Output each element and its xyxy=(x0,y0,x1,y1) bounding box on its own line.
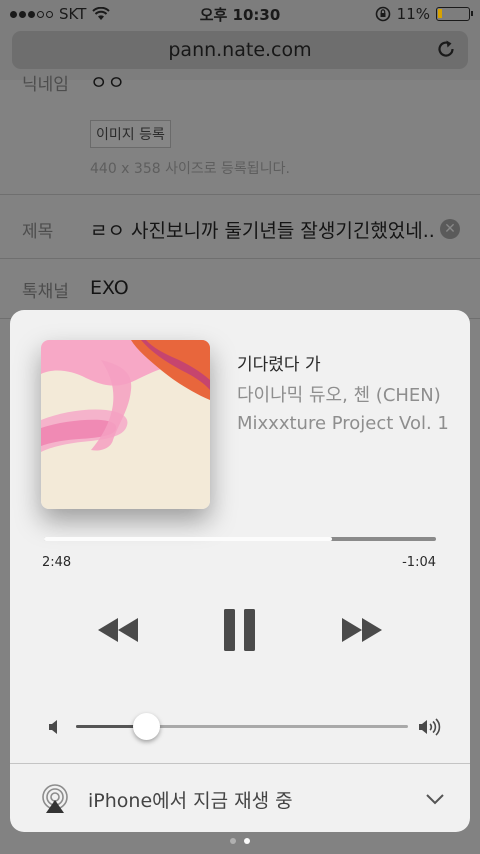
fast-forward-button[interactable] xyxy=(334,608,390,652)
address-bar[interactable]: pann.nate.com xyxy=(12,31,468,69)
wifi-icon xyxy=(92,7,111,20)
orientation-lock-icon xyxy=(375,6,390,22)
title-label: 제목 xyxy=(22,222,54,242)
track-info: 기다렸다 가 다이나믹 듀오, 첸 (CHEN) Mixxxture Proje… xyxy=(237,352,457,438)
signal-icon xyxy=(10,10,53,18)
title-input[interactable]: ㄹㅇ 사진보니까 둘기년들 잘생기긴했었네... xyxy=(90,216,435,243)
output-device-label: iPhone에서 지금 재생 중 xyxy=(88,790,293,812)
battery-icon xyxy=(436,7,473,21)
nickname-label: 닉네임 xyxy=(22,75,69,95)
airplay-row[interactable]: iPhone에서 지금 재생 중 xyxy=(10,763,470,832)
rewind-button[interactable] xyxy=(90,608,146,652)
clear-icon[interactable]: ✕ xyxy=(440,219,460,239)
status-bar: SKT 오후 10:30 11% xyxy=(0,0,480,28)
carrier-name: SKT xyxy=(59,5,87,23)
pause-icon xyxy=(224,609,255,651)
airplay-icon xyxy=(42,784,68,813)
nickname-row: 닉네임 ㅇㅇ 이미지 등록 440 x 358 사이즈로 등록됩니다. xyxy=(0,70,480,195)
speaker-low-icon xyxy=(49,720,57,734)
remaining-time: -1:04 xyxy=(402,555,436,570)
title-row: 제목 ㄹㅇ 사진보니까 둘기년들 잘생기긴했었네... xyxy=(0,195,480,259)
elapsed-time: 2:48 xyxy=(42,555,72,570)
speaker-high-icon xyxy=(419,718,441,736)
volume-knob[interactable] xyxy=(132,713,160,740)
rewind-icon xyxy=(98,618,138,642)
fast-forward-icon xyxy=(342,618,382,642)
image-upload-button[interactable]: 이미지 등록 xyxy=(90,120,171,148)
nickname-value[interactable]: ㅇㅇ xyxy=(90,68,125,95)
track-artist: 다이나믹 듀오, 첸 (CHEN) xyxy=(237,385,441,406)
channel-value[interactable]: EXO xyxy=(90,277,129,299)
battery-percent: 11% xyxy=(396,5,430,23)
image-size-hint: 440 x 358 사이즈로 등록됩니다. xyxy=(90,161,290,177)
reload-icon[interactable] xyxy=(434,37,458,61)
url-text: pann.nate.com xyxy=(168,39,312,61)
channel-label: 톡채널 xyxy=(22,282,69,302)
page-dot-active xyxy=(244,838,250,844)
track-title: 기다렸다 가 xyxy=(237,355,321,375)
volume-slider[interactable] xyxy=(76,713,408,740)
page-dot xyxy=(230,838,236,844)
playback-progress-fill xyxy=(44,537,333,541)
volume-control xyxy=(46,712,442,742)
now-playing-card: 기다렸다 가 다이나믹 듀오, 첸 (CHEN) Mixxxture Proje… xyxy=(10,310,470,832)
battery-group: 11% xyxy=(375,5,473,23)
track-album: Mixxxture Project Vol. 1 xyxy=(237,413,449,434)
page-indicator xyxy=(0,838,480,844)
pause-button[interactable] xyxy=(215,608,265,652)
carrier-group: SKT xyxy=(10,5,111,23)
chevron-down-icon[interactable] xyxy=(426,793,444,805)
playback-scrubber[interactable] xyxy=(44,537,436,541)
album-art xyxy=(41,340,210,509)
